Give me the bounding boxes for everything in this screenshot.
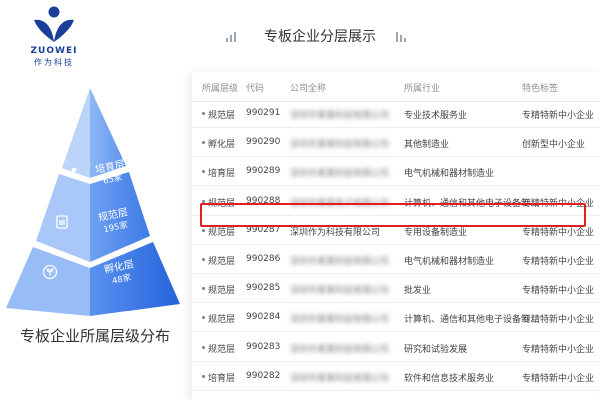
- bullet-icon: [202, 287, 205, 291]
- cell-level: 规范层: [208, 315, 236, 326]
- cell-company: 深圳市某某科技有限公司: [290, 344, 390, 355]
- cell-company: 深圳市某某科技有限公司: [290, 257, 390, 267]
- column-header-level[interactable]: 所属层级: [202, 81, 238, 94]
- bullet-icon: [202, 141, 205, 145]
- table-row[interactable]: 规范层 990286 深圳市某某科技有限公司 电气机械和器材制造业 专精特新中小企业: [192, 244, 600, 274]
- cell-industry: 批发业: [404, 286, 432, 297]
- cell-tag: 专精特新中小企业: [522, 315, 595, 326]
- bullet-icon: [202, 228, 205, 232]
- bar-chart-icon: [226, 30, 240, 42]
- cell-code: 990282: [246, 370, 281, 381]
- level-pyramid: 培育层 65家 规范层 195家 孵化层 48家: [4, 86, 182, 316]
- cell-tag: 专精特新中小企业: [522, 344, 595, 355]
- cell-code: 990291: [246, 108, 281, 118]
- document-icon: [54, 214, 70, 230]
- cell-tag: 专精特新中小企业: [522, 257, 595, 267]
- column-header-code[interactable]: 代码: [246, 81, 264, 94]
- cell-level: 规范层: [208, 257, 236, 267]
- section-header: 专板企业分层展示: [224, 22, 414, 50]
- bullet-icon: [202, 170, 205, 174]
- bullet-icon: [202, 112, 205, 115]
- cell-company: 深圳市某某科技有限公司: [290, 169, 390, 180]
- cell-code: 990284: [246, 312, 281, 323]
- cell-industry: 电气机械和器材制造业: [404, 257, 495, 267]
- cell-level: 培育层: [208, 373, 236, 384]
- cell-code: 990285: [246, 283, 281, 294]
- cell-industry: 软件和信息技术服务业: [404, 373, 495, 384]
- cell-company: 深圳市某某科技有限公司: [290, 140, 390, 151]
- bullet-icon: [202, 316, 205, 320]
- bullet-icon: [202, 374, 205, 378]
- cell-level: 规范层: [208, 344, 236, 355]
- table-row[interactable]: 孵化层 990290 深圳市某某科技有限公司 其他制造业 创新型中小企业: [192, 127, 600, 158]
- table-row[interactable]: 规范层 990284 深圳市某某科技有限公司 计算机、通信和其他电子设备制... 专精特…: [192, 302, 600, 333]
- cell-company: 深圳市某某科技有限公司: [290, 373, 390, 384]
- hand-heart-icon: [64, 164, 80, 180]
- cell-company: 深圳市某某科技有限公司: [290, 286, 390, 297]
- bullet-icon: [202, 258, 205, 261]
- logo-text-cn: 作为科技: [34, 58, 74, 67]
- sprout-icon: [42, 264, 58, 280]
- column-header-company[interactable]: 公司全称: [290, 81, 326, 94]
- logo-mark-icon: [34, 6, 74, 42]
- cell-level: 规范层: [208, 111, 236, 121]
- cell-level: 孵化层: [208, 140, 236, 151]
- cell-company: 深圳市某某科技有限公司: [290, 111, 390, 121]
- cell-tag: 专精特新中小企业: [522, 373, 595, 384]
- pyramid-caption: 专板企业所属层级分布: [20, 327, 171, 345]
- cell-code: 990286: [246, 254, 281, 264]
- cell-tag: 专精特新中小企业: [522, 286, 595, 297]
- pyramid-graphic: [6, 88, 180, 316]
- table-row[interactable]: 规范层 990283 深圳市某某科技有限公司 研究和试验发展 专精特新中小企业: [192, 332, 600, 362]
- cell-tag: 专精特新中小企业: [522, 111, 595, 121]
- cell-code: 990290: [246, 137, 281, 148]
- company-table: 所属层级 代码 公司全称 所属行业 特色标签 规范层 990291 深圳市某某科技有…: [192, 72, 600, 400]
- table-row[interactable]: 规范层 990285 深圳市某某科技有限公司 批发业 专精特新中小企业: [192, 273, 600, 304]
- cell-industry: 专业技术服务业: [404, 111, 468, 121]
- bullet-icon: [202, 345, 205, 349]
- cell-level: 培育层: [208, 169, 236, 180]
- column-header-tag[interactable]: 特色标签: [522, 81, 558, 94]
- logo-text-en: ZUOWEI: [30, 46, 78, 56]
- table-row[interactable]: 规范层 990291 深圳市某某科技有限公司 专业技术服务业 专精特新中小企业: [192, 98, 600, 128]
- table-row[interactable]: 培育层 990282 深圳市某某科技有限公司 软件和信息技术服务业 专精特新中小企业: [192, 361, 600, 391]
- bar-chart-icon: [396, 30, 410, 42]
- column-header-industry[interactable]: 所属行业: [404, 81, 440, 94]
- cell-code: 990289: [246, 166, 281, 177]
- company-logo: ZUOWEI 作为科技: [14, 6, 94, 68]
- cell-company: 深圳市某某科技有限公司: [290, 315, 390, 326]
- cell-industry: 电气机械和器材制造业: [404, 169, 495, 180]
- cell-industry: 研究和试验发展: [404, 344, 468, 355]
- cell-code: 990283: [246, 341, 281, 352]
- cell-level: 规范层: [208, 286, 236, 297]
- cell-industry: 计算机、通信和其他电子设备制...: [404, 315, 539, 326]
- table-row[interactable]: 培育层 990289 深圳市某某科技有限公司 电气机械和器材制造业: [192, 156, 600, 187]
- cell-industry: 其他制造业: [404, 140, 450, 151]
- highlight-box: [200, 203, 586, 227]
- page-title: 专板企业分层展示: [264, 29, 376, 45]
- cell-tag: 创新型中小企业: [522, 140, 586, 151]
